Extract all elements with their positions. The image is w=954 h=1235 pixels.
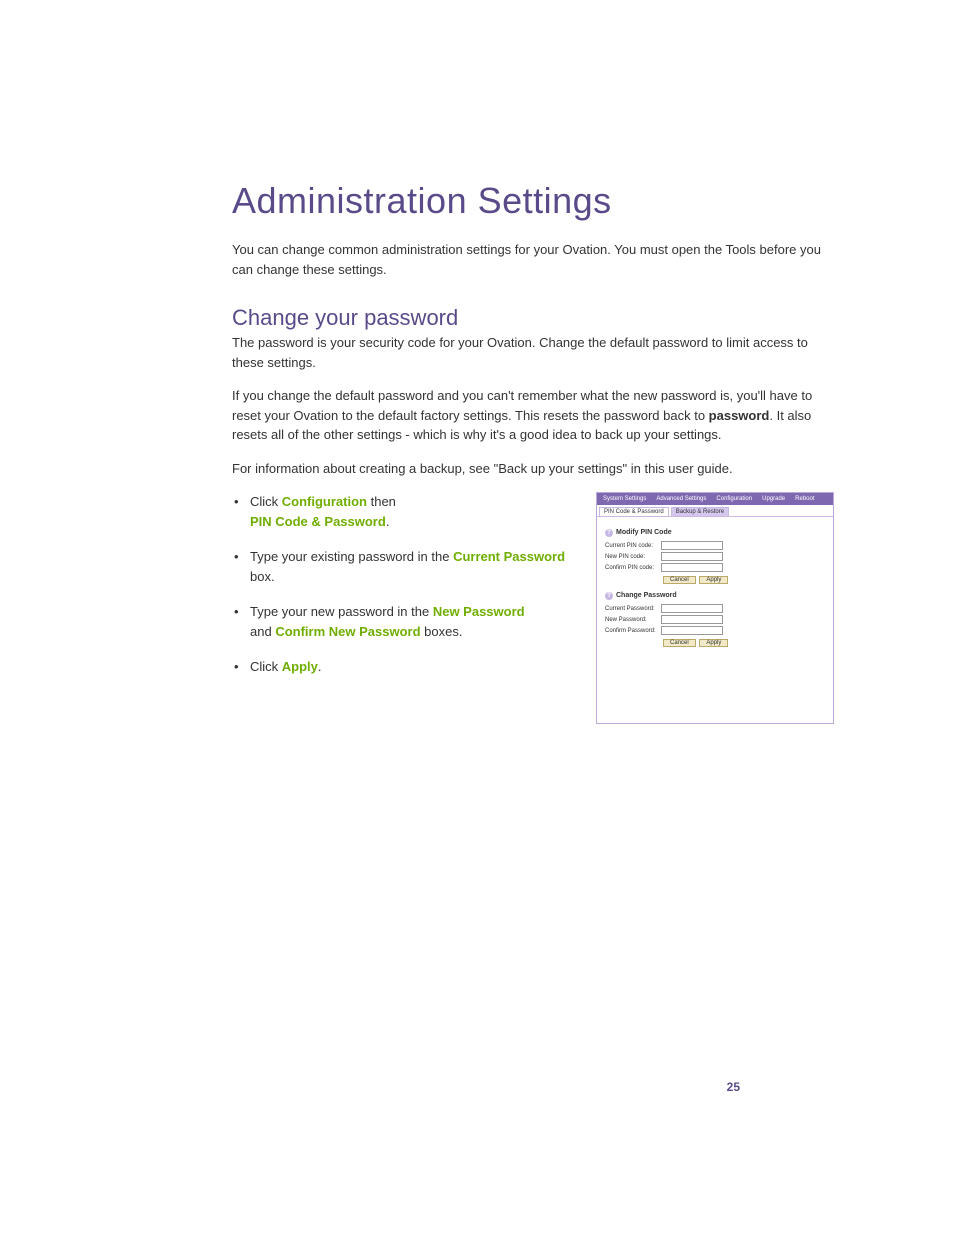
link-confirm-new-password: Confirm New Password: [275, 624, 420, 639]
body-paragraph-1: The password is your security code for y…: [232, 333, 834, 372]
link-configuration: Configuration: [282, 494, 367, 509]
embedded-screenshot: System Settings Advanced Settings Config…: [596, 492, 834, 724]
document-page: Administration Settings You can change c…: [0, 0, 954, 1235]
change-password-title: ?Change Password: [605, 592, 825, 600]
screenshot-topnav: System Settings Advanced Settings Config…: [597, 493, 833, 505]
input-confirm-pin[interactable]: [661, 563, 723, 572]
input-new-password[interactable]: [661, 615, 723, 624]
input-confirm-password[interactable]: [661, 626, 723, 635]
text: .: [318, 659, 322, 674]
step-3: Type your new password in the New Passwo…: [232, 602, 570, 641]
input-new-pin[interactable]: [661, 552, 723, 561]
two-column-layout: Click Configuration then PIN Code & Pass…: [232, 492, 834, 724]
section-heading: Change your password: [232, 305, 834, 331]
steps-list: Click Configuration then PIN Code & Pass…: [232, 492, 570, 677]
nav-reboot: Reboot: [795, 496, 814, 502]
label-confirm-password: Confirm Password:: [605, 628, 661, 634]
row-confirm-password: Confirm Password:: [605, 626, 825, 635]
text: Type your existing password in the: [250, 549, 453, 564]
text: Click: [250, 659, 282, 674]
input-current-pin[interactable]: [661, 541, 723, 550]
intro-paragraph: You can change common administration set…: [232, 240, 834, 279]
body-paragraph-3: For information about creating a backup,…: [232, 459, 834, 479]
text: and: [250, 624, 275, 639]
spacer: [605, 655, 825, 715]
text: box.: [250, 569, 275, 584]
nav-upgrade: Upgrade: [762, 496, 785, 502]
step-4: Click Apply.: [232, 657, 570, 677]
password-buttons: Cancel Apply: [663, 639, 825, 647]
label-new-pin: New PIN code:: [605, 554, 661, 560]
apply-button[interactable]: Apply: [699, 639, 728, 647]
row-new-password: New Password:: [605, 615, 825, 624]
link-new-password: New Password: [433, 604, 525, 619]
screenshot-panel: ?Modify PIN Code Current PIN code: New P…: [597, 517, 833, 723]
help-icon: ?: [605, 529, 613, 537]
text: Change Password: [616, 592, 677, 599]
text: Type your new password in the: [250, 604, 433, 619]
apply-button[interactable]: Apply: [699, 576, 728, 584]
cancel-button[interactable]: Cancel: [663, 639, 696, 647]
step-1: Click Configuration then PIN Code & Pass…: [232, 492, 570, 531]
text: boxes.: [421, 624, 463, 639]
help-icon: ?: [605, 592, 613, 600]
text: Modify PIN Code: [616, 529, 672, 536]
link-pin-code-password: PIN Code & Password: [250, 514, 386, 529]
tab-pin-code-password: PIN Code & Password: [599, 507, 669, 516]
label-current-pin: Current PIN code:: [605, 543, 661, 549]
row-current-pin: Current PIN code:: [605, 541, 825, 550]
step-2: Type your existing password in the Curre…: [232, 547, 570, 586]
nav-configuration: Configuration: [716, 496, 752, 502]
row-confirm-pin: Confirm PIN code:: [605, 563, 825, 572]
label-current-password: Current Password:: [605, 606, 661, 612]
cancel-button[interactable]: Cancel: [663, 576, 696, 584]
nav-advanced-settings: Advanced Settings: [656, 496, 706, 502]
steps-column: Click Configuration then PIN Code & Pass…: [232, 492, 570, 693]
tab-backup-restore: Backup & Restore: [671, 507, 729, 516]
screenshot-subtabs: PIN Code & Password Backup & Restore: [597, 505, 833, 517]
text: .: [386, 514, 390, 529]
link-apply: Apply: [282, 659, 318, 674]
row-new-pin: New PIN code:: [605, 552, 825, 561]
label-new-password: New Password:: [605, 617, 661, 623]
body-paragraph-2: If you change the default password and y…: [232, 386, 834, 445]
bold-password-word: password: [709, 408, 770, 423]
row-current-password: Current Password:: [605, 604, 825, 613]
page-number: 25: [727, 1080, 740, 1094]
modify-pin-title: ?Modify PIN Code: [605, 529, 825, 537]
text: Click: [250, 494, 282, 509]
link-current-password: Current Password: [453, 549, 565, 564]
label-confirm-pin: Confirm PIN code:: [605, 565, 661, 571]
pin-buttons: Cancel Apply: [663, 576, 825, 584]
text: then: [367, 494, 396, 509]
nav-system-settings: System Settings: [603, 496, 646, 502]
input-current-password[interactable]: [661, 604, 723, 613]
page-title: Administration Settings: [232, 180, 834, 222]
